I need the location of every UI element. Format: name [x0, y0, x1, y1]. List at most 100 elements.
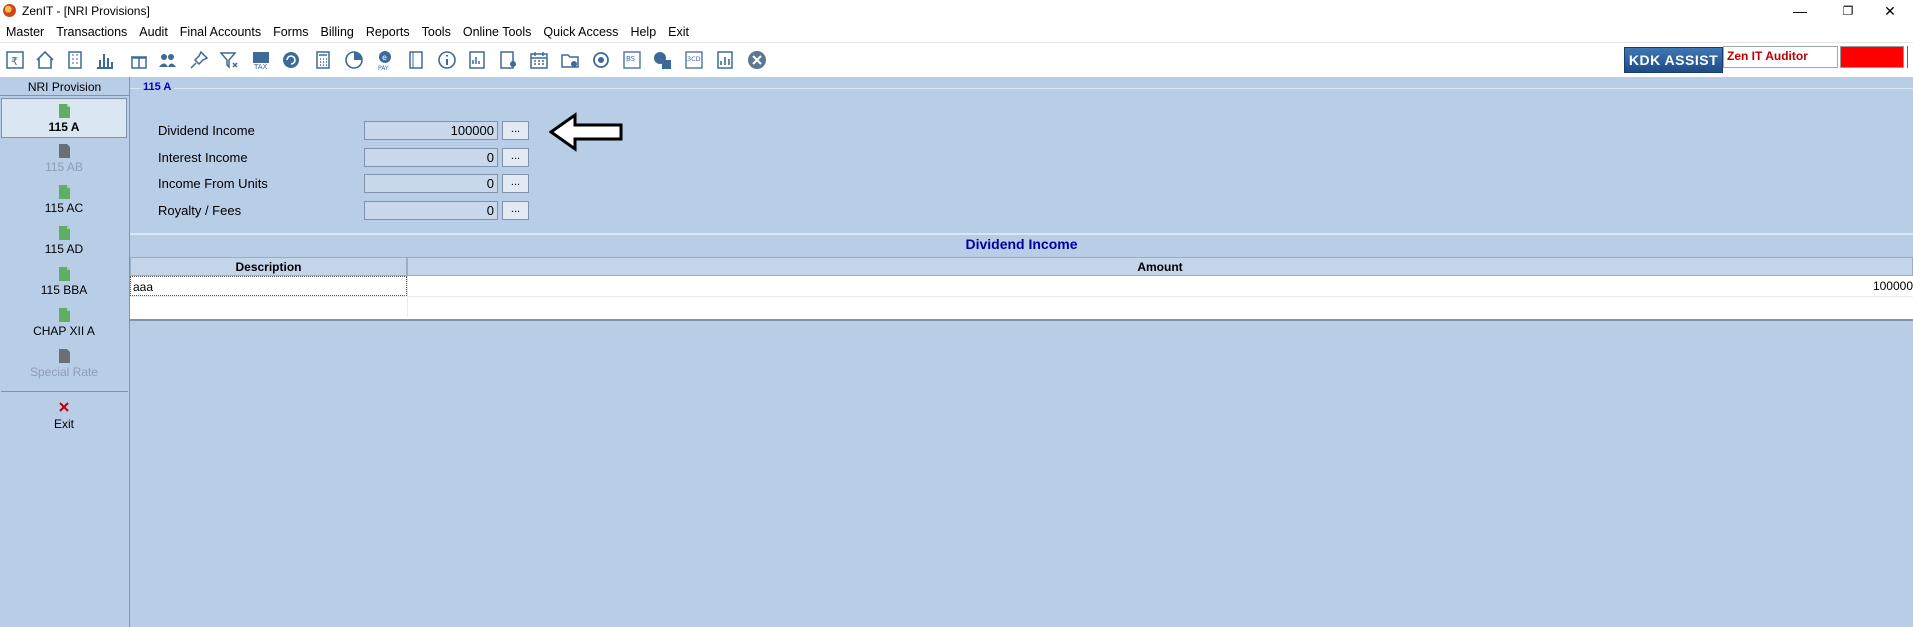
home-icon[interactable]: [34, 49, 56, 71]
nav-header: NRI Provision: [0, 77, 129, 96]
menu-transactions[interactable]: Transactions: [50, 22, 133, 42]
minimize-button[interactable]: —: [1777, 0, 1823, 22]
nav-item-label: 115 AB: [45, 160, 83, 174]
svg-text:TAX: TAX: [253, 63, 268, 71]
nav-item-label: 115 A: [48, 120, 80, 134]
nav-item-label: 115 AD: [44, 242, 84, 256]
window-title: ZenIT - [NRI Provisions]: [22, 4, 150, 18]
column-header-amount[interactable]: Amount: [407, 257, 1913, 276]
menu-help[interactable]: Help: [624, 22, 662, 42]
grid-cell-description[interactable]: aaa: [130, 276, 407, 296]
nav-item-115ad[interactable]: 115 AD: [1, 221, 127, 261]
left-nav-panel: NRI Provision 115 A 115 AB 115 AC 115 AD…: [0, 77, 130, 627]
nav-item-label: Special Rate: [29, 365, 99, 379]
calendar-icon[interactable]: [528, 49, 550, 71]
grid-title: Dividend Income: [965, 236, 1078, 252]
income-from-units-label: Income From Units: [158, 176, 268, 191]
menu-quick-access[interactable]: Quick Access: [537, 22, 624, 42]
royalty-fees-detail-button[interactable]: ...: [502, 201, 529, 220]
report-icon[interactable]: [466, 49, 488, 71]
document-icon: [59, 104, 70, 118]
menu-exit[interactable]: Exit: [662, 22, 695, 42]
nav-item-115ac[interactable]: 115 AC: [1, 180, 127, 220]
grid-col-divider: [407, 297, 408, 317]
nav-exit-button[interactable]: Exit: [1, 396, 127, 436]
filter-icon[interactable]: [218, 49, 240, 71]
folder-add-icon[interactable]: [559, 49, 581, 71]
menu-final-accounts[interactable]: Final Accounts: [174, 22, 267, 42]
column-header-description[interactable]: Description: [130, 257, 407, 276]
kdk-assist-button[interactable]: KDK ASSIST: [1624, 47, 1723, 73]
dividend-income-label: Dividend Income: [158, 123, 255, 138]
info-icon[interactable]: [436, 49, 458, 71]
building-icon[interactable]: [64, 49, 86, 71]
document-icon: [59, 308, 70, 322]
title-bar: ZenIT - [NRI Provisions] — ❐ ✕: [0, 0, 1913, 22]
close-icon: [59, 402, 69, 412]
nav-item-chap-xii-a[interactable]: CHAP XII A: [1, 303, 127, 343]
calculator-icon[interactable]: [312, 49, 334, 71]
grid-divider: [130, 233, 1913, 235]
menu-master[interactable]: Master: [0, 22, 50, 42]
income-from-units-detail-button[interactable]: ...: [502, 174, 529, 193]
user-document-icon[interactable]: [497, 49, 519, 71]
pie-chart-icon[interactable]: [343, 49, 365, 71]
auditor-field: Zen IT Auditor: [1723, 46, 1838, 68]
main-panel: 115 A Dividend Income 100000 ... Interes…: [130, 77, 1913, 627]
users-icon[interactable]: [156, 49, 178, 71]
income-from-units-input[interactable]: 0: [364, 174, 498, 193]
form-3cd-icon[interactable]: 3CD: [683, 49, 705, 71]
refresh-icon[interactable]: [280, 49, 302, 71]
nav-item-label: CHAP XII A: [33, 324, 95, 338]
nav-item-special-rate[interactable]: Special Rate: [1, 344, 127, 384]
pin-icon[interactable]: [188, 49, 210, 71]
document-chart-icon[interactable]: [714, 49, 736, 71]
royalty-fees-input[interactable]: 0: [364, 201, 498, 220]
nav-item-115bba[interactable]: 115 BBA: [1, 262, 127, 302]
nav-item-label: 115 BBA: [40, 283, 88, 297]
balance-sheet-icon[interactable]: BS: [621, 49, 643, 71]
interest-income-label: Interest Income: [158, 150, 248, 165]
nav-divider: [1, 391, 128, 392]
interest-income-detail-button[interactable]: ...: [502, 148, 529, 167]
sync-icon[interactable]: [590, 49, 612, 71]
tax-icon[interactable]: TAX: [250, 49, 272, 71]
nav-exit-label: Exit: [53, 417, 74, 431]
dividend-income-detail-button[interactable]: ...: [502, 121, 529, 140]
menu-forms[interactable]: Forms: [267, 22, 314, 42]
book-icon[interactable]: [405, 49, 427, 71]
menu-bar: Master Transactions Audit Final Accounts…: [0, 22, 1913, 42]
section-divider: [130, 88, 1913, 89]
menu-reports[interactable]: Reports: [360, 22, 416, 42]
svg-text:e: e: [382, 53, 387, 62]
royalty-fees-label: Royalty / Fees: [158, 203, 242, 218]
menu-billing[interactable]: Billing: [315, 22, 360, 42]
arrow-left-icon: [549, 112, 623, 152]
status-indicator: [1840, 46, 1904, 68]
svg-text:PAY: PAY: [378, 65, 389, 71]
menu-audit[interactable]: Audit: [133, 22, 174, 42]
document-icon: [59, 267, 70, 281]
svg-text:3CD: 3CD: [687, 55, 701, 63]
document-icon: [59, 349, 70, 363]
interest-income-input[interactable]: 0: [364, 148, 498, 167]
document-icon: [59, 185, 70, 199]
close-circle-icon[interactable]: [746, 49, 768, 71]
menu-tools[interactable]: Tools: [416, 22, 457, 42]
menu-online-tools[interactable]: Online Tools: [457, 22, 538, 42]
nav-item-115ab[interactable]: 115 AB: [1, 139, 127, 179]
toolbar-edge: [1907, 46, 1913, 68]
dividend-income-input[interactable]: 100000: [364, 121, 498, 140]
data-sync-icon[interactable]: [651, 49, 673, 71]
close-window-button[interactable]: ✕: [1867, 0, 1913, 22]
gift-icon[interactable]: [128, 49, 150, 71]
svg-text:BS: BS: [626, 55, 636, 63]
bar-chart-icon[interactable]: [94, 49, 116, 71]
epay-icon[interactable]: e PAY: [374, 49, 396, 72]
restore-button[interactable]: ❐: [1825, 0, 1871, 22]
nav-item-115a[interactable]: 115 A: [1, 98, 127, 138]
nav-item-label: 115 AC: [44, 201, 84, 215]
section-title: 115 A: [140, 81, 175, 93]
grid-cell-amount[interactable]: 100000: [407, 276, 1913, 296]
rupee-icon[interactable]: ₹: [4, 49, 26, 71]
